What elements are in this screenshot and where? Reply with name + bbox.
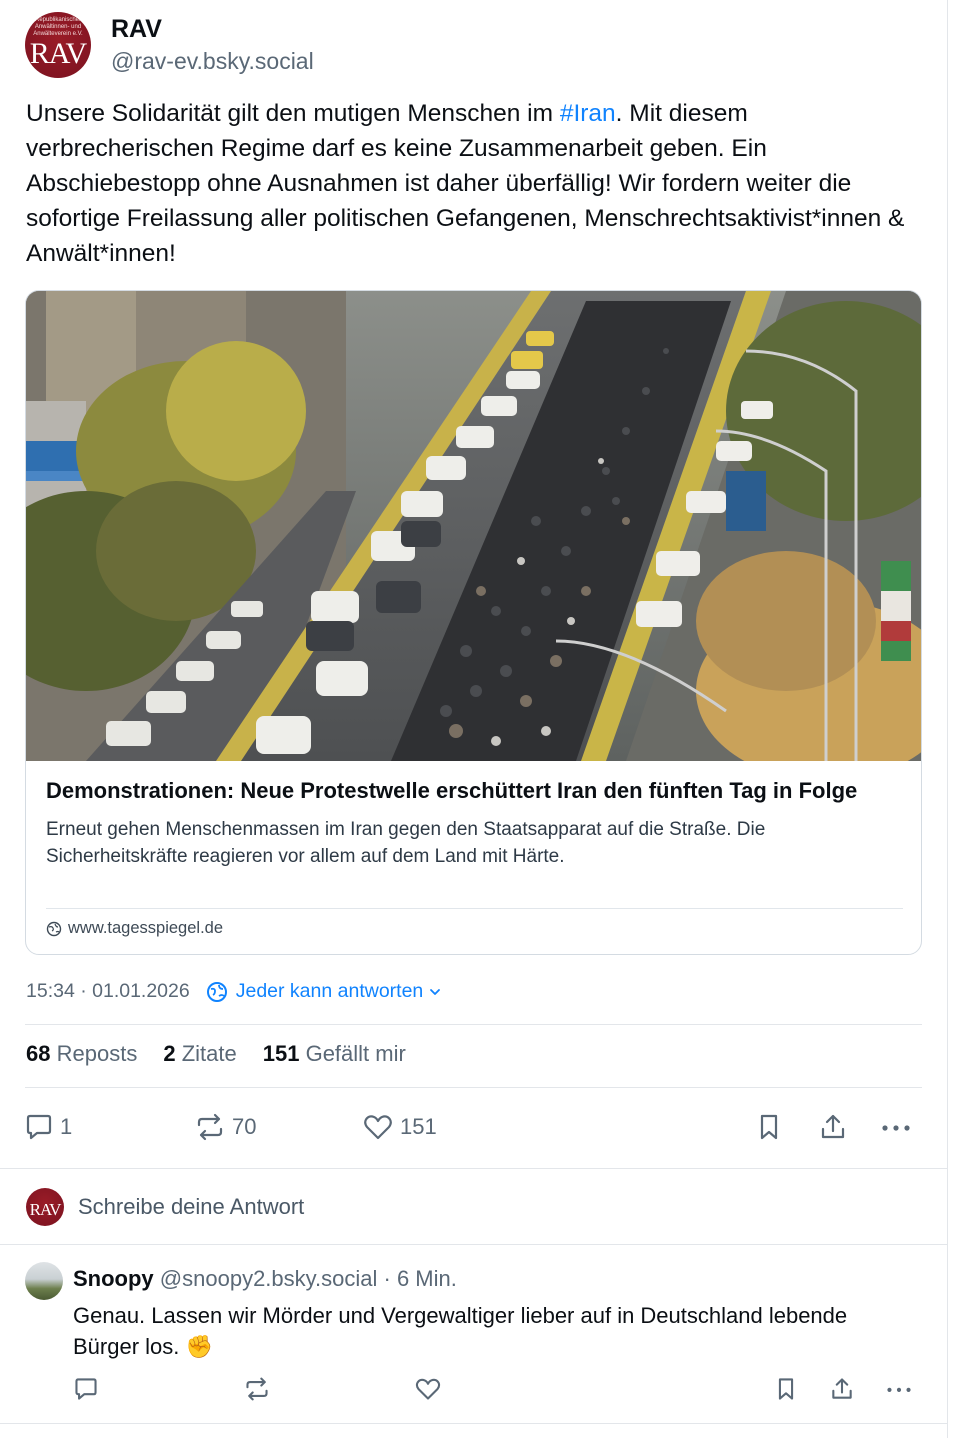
reply-input-placeholder[interactable]: Schreibe deine Antwort [78,1194,304,1220]
divider [25,1024,922,1025]
reply-time: · 6 Min. [377,1266,457,1291]
reply-bubble-icon [75,1378,97,1400]
quotes-label: Zitate [181,1041,237,1066]
link-card[interactable]: Demonstrationen: Neue Protestwelle ersch… [25,290,922,955]
reply-post[interactable]: Snoopy @snoopy2.bsky.social · 6 Min. Gen… [0,1246,947,1426]
hashtag-link[interactable]: #Iran [560,100,616,127]
protest-bridge-photo [26,291,921,761]
reply-author-handle[interactable]: @snoopy2.bsky.social [160,1266,378,1291]
repost-button[interactable] [243,1376,271,1407]
divider [0,1423,947,1424]
avatar-logo-text: RAV [29,1199,62,1219]
share-button[interactable] [818,1105,848,1149]
like-count: 151 [400,1114,437,1139]
author-handle[interactable]: @rav-ev.bsky.social [111,45,314,77]
post-timestamp: 15:34 · 01.01.2026 [26,980,190,1002]
link-card-description: Erneut gehen Menschenmassen im Iran gege… [46,819,766,867]
like-button[interactable] [414,1376,442,1407]
link-card-domain[interactable]: www.tagesspiegel.de [46,919,223,938]
reply-author-name[interactable]: Snoopy [73,1266,154,1291]
reply-button[interactable] [73,1376,99,1407]
reply-button[interactable]: 1 [24,1105,72,1149]
divider [25,1087,922,1088]
earth-icon [206,981,227,1002]
reply-setting-button[interactable]: Jeder kann antworten [206,980,452,1003]
post-text-start: Unsere Solidarität gilt den mutigen Mens… [26,100,560,127]
avatar-logo-text: RAV [29,36,87,70]
reposts-label: Reposts [56,1041,138,1066]
more-options-button[interactable] [880,1105,912,1149]
post-thread-page: Republikanischer Anwältinnen- und Anwält… [0,0,948,1438]
bookmark-icon [760,1114,778,1140]
reply-count: 1 [60,1114,73,1139]
bookmark-button[interactable] [773,1376,799,1407]
post-stats: 68 Reposts 2 Zitate 151 Gefällt mir [26,1041,432,1067]
repost-count: 70 [232,1114,257,1139]
repost-icon [246,1377,268,1401]
reply-composer[interactable]: RAV Schreibe deine Antwort [0,1168,947,1245]
share-icon [832,1378,852,1399]
repost-icon [197,1113,223,1141]
heart-icon [415,1378,441,1400]
reply-actions [73,1376,923,1406]
reposts-stat[interactable]: 68 Reposts [26,1041,137,1067]
link-card-divider [46,908,903,909]
chevron-down-icon [430,988,441,995]
author-display-name[interactable]: RAV [111,13,314,45]
post-meta: 15:34 · 01.01.2026 Jeder kann antworten [26,980,451,1003]
likes-stat[interactable]: 151 Gefällt mir [263,1041,406,1067]
reposts-count: 68 [26,1041,51,1066]
ellipsis-icon [887,1387,911,1392]
reply-header: Snoopy @snoopy2.bsky.social · 6 Min. [73,1266,457,1292]
like-button[interactable]: 151 [362,1105,437,1149]
share-button[interactable] [829,1376,855,1407]
avatar[interactable]: Republikanischer Anwältinnen- und Anwält… [25,12,91,78]
avatar-small-text: Republikanischer Anwältinnen- und Anwält… [33,16,83,37]
avatar: RAV [26,1187,64,1226]
avatar[interactable] [25,1262,63,1300]
repost-button[interactable]: 70 [194,1105,256,1149]
post-text: Unsere Solidarität gilt den mutigen Mens… [26,96,906,271]
link-card-domain-text: www.tagesspiegel.de [68,919,224,937]
quotes-stat[interactable]: 2 Zitate [163,1041,236,1067]
post-actions: 1 70 151 [24,1105,914,1149]
likes-label: Gefällt mir [305,1041,406,1066]
bookmark-icon [778,1378,794,1400]
link-card-title[interactable]: Demonstrationen: Neue Protestwelle ersch… [46,775,906,806]
more-options-button[interactable] [885,1376,913,1407]
reply-text: Genau. Lassen wir Mörder und Vergewaltig… [73,1303,848,1359]
globe-icon [46,921,62,936]
ellipsis-icon [882,1125,910,1131]
share-icon [821,1114,845,1139]
post-author[interactable]: Republikanischer Anwältinnen- und Anwält… [25,12,314,78]
likes-count: 151 [262,1041,300,1066]
heart-icon [364,1115,392,1140]
reply-bubble-icon [26,1114,52,1140]
bookmark-button[interactable] [754,1105,784,1149]
link-card-image[interactable] [26,291,921,761]
quotes-count: 2 [163,1041,176,1066]
reply-setting-label: Jeder kann antworten [235,980,424,1002]
